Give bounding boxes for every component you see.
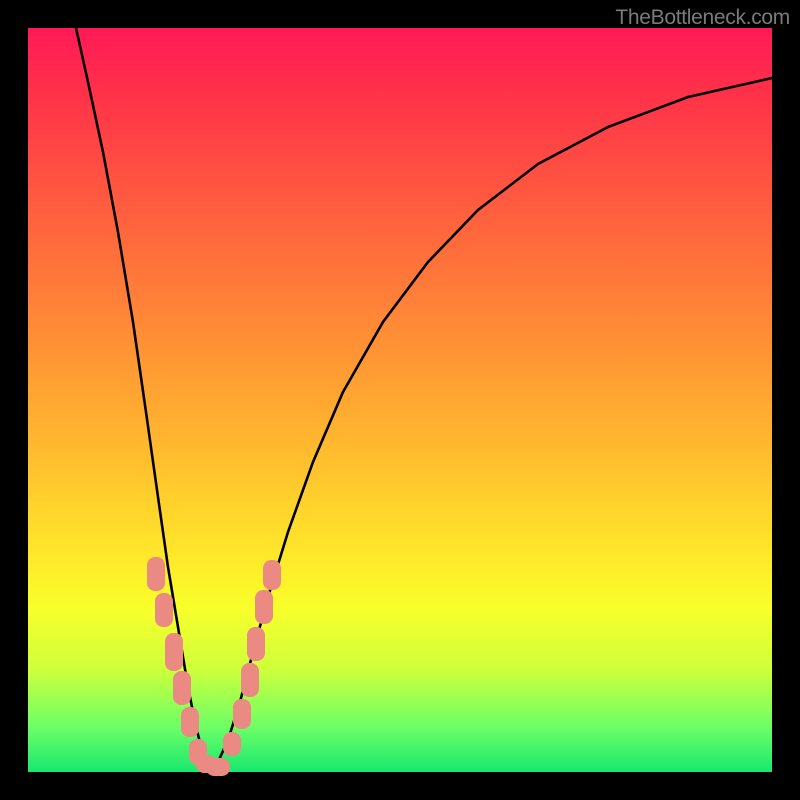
marker-point xyxy=(247,627,265,661)
marker-point xyxy=(223,732,241,756)
marker-point xyxy=(263,560,281,590)
highlighted-points xyxy=(147,557,281,776)
curve-layer xyxy=(28,28,772,772)
marker-point xyxy=(173,671,191,705)
marker-point xyxy=(241,663,259,697)
marker-point xyxy=(181,707,199,737)
marker-point xyxy=(165,633,183,671)
plot-area xyxy=(28,28,772,772)
chart-frame: TheBottleneck.com xyxy=(0,0,800,800)
marker-point xyxy=(233,699,251,729)
marker-point xyxy=(255,590,273,624)
watermark-text: TheBottleneck.com xyxy=(615,6,790,30)
marker-point xyxy=(147,557,165,591)
marker-point xyxy=(155,593,173,627)
marker-point xyxy=(206,758,230,776)
